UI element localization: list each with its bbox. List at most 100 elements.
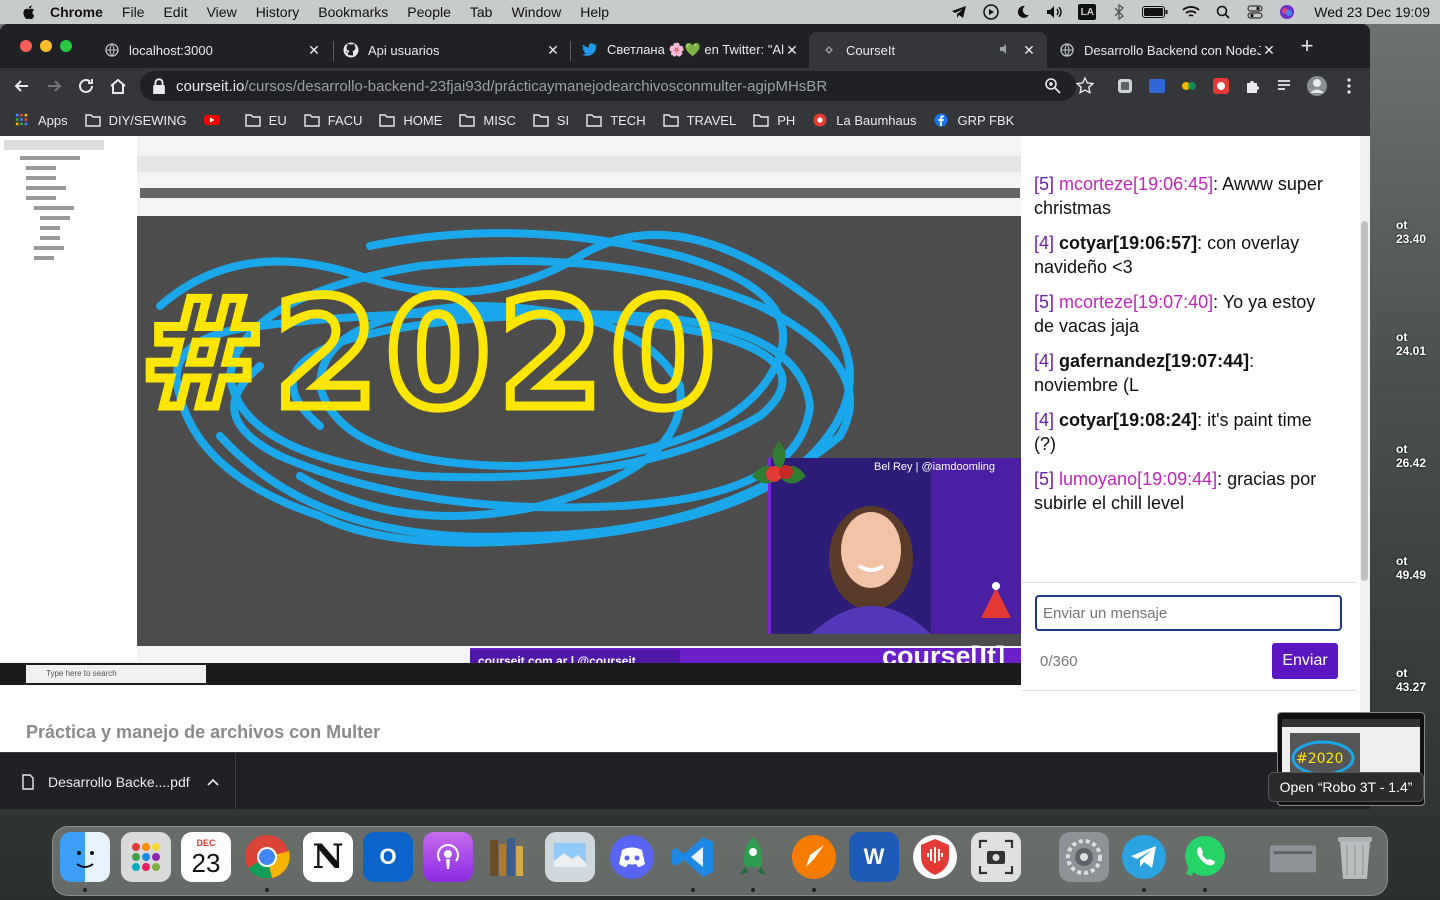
tab-twitter[interactable]: Светлана 🌸💚 en Twitter: "Al ✕ xyxy=(570,32,810,68)
launchpad-icon[interactable] xyxy=(121,832,171,882)
home-icon[interactable] xyxy=(108,76,128,96)
chevron-up-icon[interactable] xyxy=(207,778,219,786)
star-icon[interactable] xyxy=(1076,77,1094,95)
vscode-icon[interactable] xyxy=(668,832,718,882)
menu-file[interactable]: File xyxy=(122,4,145,20)
play-icon[interactable] xyxy=(982,4,1000,20)
bookmark-folder-si[interactable]: SI xyxy=(533,113,569,128)
telegram-app-icon[interactable] xyxy=(1119,832,1169,882)
desktop-file-label[interactable]: ot 26.42 xyxy=(1396,442,1440,470)
discord-icon[interactable] xyxy=(607,832,657,882)
close-tab-icon[interactable]: ✕ xyxy=(545,42,561,59)
bookmark-folder-tech[interactable]: TECH xyxy=(586,113,646,128)
apple-icon[interactable] xyxy=(20,3,38,21)
desktop-file-label[interactable]: ot 43.27 xyxy=(1396,666,1440,694)
bookmark-folder-eu[interactable]: EU xyxy=(244,113,287,128)
close-tab-icon[interactable]: ✕ xyxy=(1021,42,1037,59)
preview-icon[interactable] xyxy=(545,832,595,882)
scrollbar-thumb[interactable] xyxy=(1361,221,1368,581)
battery-icon[interactable] xyxy=(1142,4,1168,20)
pen-app-icon[interactable] xyxy=(789,832,839,882)
robo3t-icon[interactable] xyxy=(728,832,778,882)
menu-help[interactable]: Help xyxy=(580,4,609,20)
extension-icon[interactable] xyxy=(1212,77,1230,95)
keyboard-la-icon[interactable]: LA xyxy=(1078,4,1097,20)
desktop-file-label[interactable]: ot 23.40 xyxy=(1396,218,1440,246)
menu-view[interactable]: View xyxy=(207,4,237,20)
reload-icon[interactable] xyxy=(76,76,96,96)
chat-message-input[interactable] xyxy=(1035,595,1342,631)
outlook-icon[interactable]: O xyxy=(363,832,413,882)
menu-app-name[interactable]: Chrome xyxy=(50,4,103,20)
menu-window[interactable]: Window xyxy=(511,4,561,20)
control-center-icon[interactable] xyxy=(1246,4,1264,20)
zoom-icon[interactable] xyxy=(1044,77,1062,95)
bookmark-folder-home[interactable]: HOME xyxy=(379,113,442,128)
bookmark-folder-travel[interactable]: TRAVEL xyxy=(662,113,736,128)
word-icon[interactable]: W xyxy=(849,832,899,882)
bluetooth-off-icon[interactable] xyxy=(1110,4,1128,20)
bookmark-folder-diy[interactable]: DIY/SEWING xyxy=(84,113,187,128)
chat-user[interactable]: gafernandez[19:07:44] xyxy=(1059,351,1249,371)
tab-api-usuarios[interactable]: Api usuarios ✕ xyxy=(331,32,571,68)
desktop-file-label[interactable]: ot 24.01 xyxy=(1396,330,1440,358)
bookmark-folder-misc[interactable]: MISC xyxy=(459,113,516,128)
whatsapp-icon[interactable] xyxy=(1180,832,1230,882)
close-tab-icon[interactable]: ✕ xyxy=(306,42,322,59)
close-window-button[interactable] xyxy=(20,40,32,52)
bookmark-youtube[interactable] xyxy=(203,113,228,127)
chat-user[interactable]: cotyar[19:06:57] xyxy=(1059,233,1197,253)
puzzle-icon[interactable] xyxy=(1244,77,1262,95)
bookmark-apps[interactable]: Apps xyxy=(14,113,68,128)
close-tab-icon[interactable]: ✕ xyxy=(1261,42,1277,59)
chrome-icon[interactable] xyxy=(242,832,292,882)
chat-user[interactable]: cotyar[19:08:24] xyxy=(1059,410,1197,430)
back-icon[interactable] xyxy=(12,76,32,96)
moon-icon[interactable] xyxy=(1014,4,1032,20)
system-preferences-icon[interactable] xyxy=(1059,832,1109,882)
send-button[interactable]: Enviar xyxy=(1272,643,1338,679)
zoom-window-button[interactable] xyxy=(60,40,72,52)
menubar-clock[interactable]: Wed 23 Dec 19:09 xyxy=(1314,4,1430,20)
calendar-icon[interactable]: DEC 23 xyxy=(181,832,231,882)
minimize-window-button[interactable] xyxy=(40,40,52,52)
chat-user[interactable]: mcorteze[19:07:40] xyxy=(1059,292,1213,312)
profile-avatar[interactable] xyxy=(1306,75,1328,97)
trash-icon[interactable] xyxy=(1330,832,1380,882)
tab-courseit[interactable]: CourseIt ✕ xyxy=(809,32,1047,68)
screenshot-icon[interactable] xyxy=(971,832,1021,882)
downloads-stack-icon[interactable] xyxy=(1268,832,1318,882)
reading-list-icon[interactable] xyxy=(1276,77,1294,95)
volume-icon[interactable] xyxy=(1046,4,1064,20)
menu-tab[interactable]: Tab xyxy=(470,4,493,20)
more-menu-icon[interactable] xyxy=(1340,77,1358,95)
lock-icon[interactable] xyxy=(152,78,166,95)
wifi-icon[interactable] xyxy=(1182,4,1200,20)
menu-people[interactable]: People xyxy=(407,4,451,20)
download-item[interactable]: Desarrollo Backe....pdf xyxy=(0,753,236,809)
bookmark-folder-ph[interactable]: PH xyxy=(753,113,795,128)
menu-edit[interactable]: Edit xyxy=(163,4,187,20)
new-tab-button[interactable]: + xyxy=(1296,35,1318,58)
chat-user[interactable]: lumoyano[19:09:44] xyxy=(1059,469,1217,489)
menu-bookmarks[interactable]: Bookmarks xyxy=(318,4,388,20)
podcasts-icon[interactable] xyxy=(423,832,473,882)
speaker-icon[interactable] xyxy=(999,43,1013,58)
menu-history[interactable]: History xyxy=(256,4,300,20)
extension-icon[interactable] xyxy=(1180,77,1198,95)
bookmark-folder-facu[interactable]: FACU xyxy=(304,113,362,128)
bookmark-la-baumhaus[interactable]: La Baumhaus xyxy=(812,113,916,128)
telegram-icon[interactable] xyxy=(950,4,968,20)
bookmark-grp-fbk[interactable]: GRP FBK xyxy=(933,113,1014,128)
extension-icon[interactable] xyxy=(1116,77,1134,95)
desktop-file-label[interactable]: ot 49.49 xyxy=(1396,554,1440,582)
search-icon[interactable] xyxy=(1214,4,1232,20)
forward-icon[interactable] xyxy=(44,76,64,96)
close-tab-icon[interactable]: ✕ xyxy=(784,42,800,59)
finder-icon[interactable] xyxy=(60,832,110,882)
voice-memos-icon[interactable] xyxy=(910,832,960,882)
tab-localhost[interactable]: localhost:3000 ✕ xyxy=(92,32,332,68)
extension-icon[interactable] xyxy=(1148,77,1166,95)
calibre-icon[interactable] xyxy=(484,832,534,882)
notion-icon[interactable]: N xyxy=(303,832,353,882)
